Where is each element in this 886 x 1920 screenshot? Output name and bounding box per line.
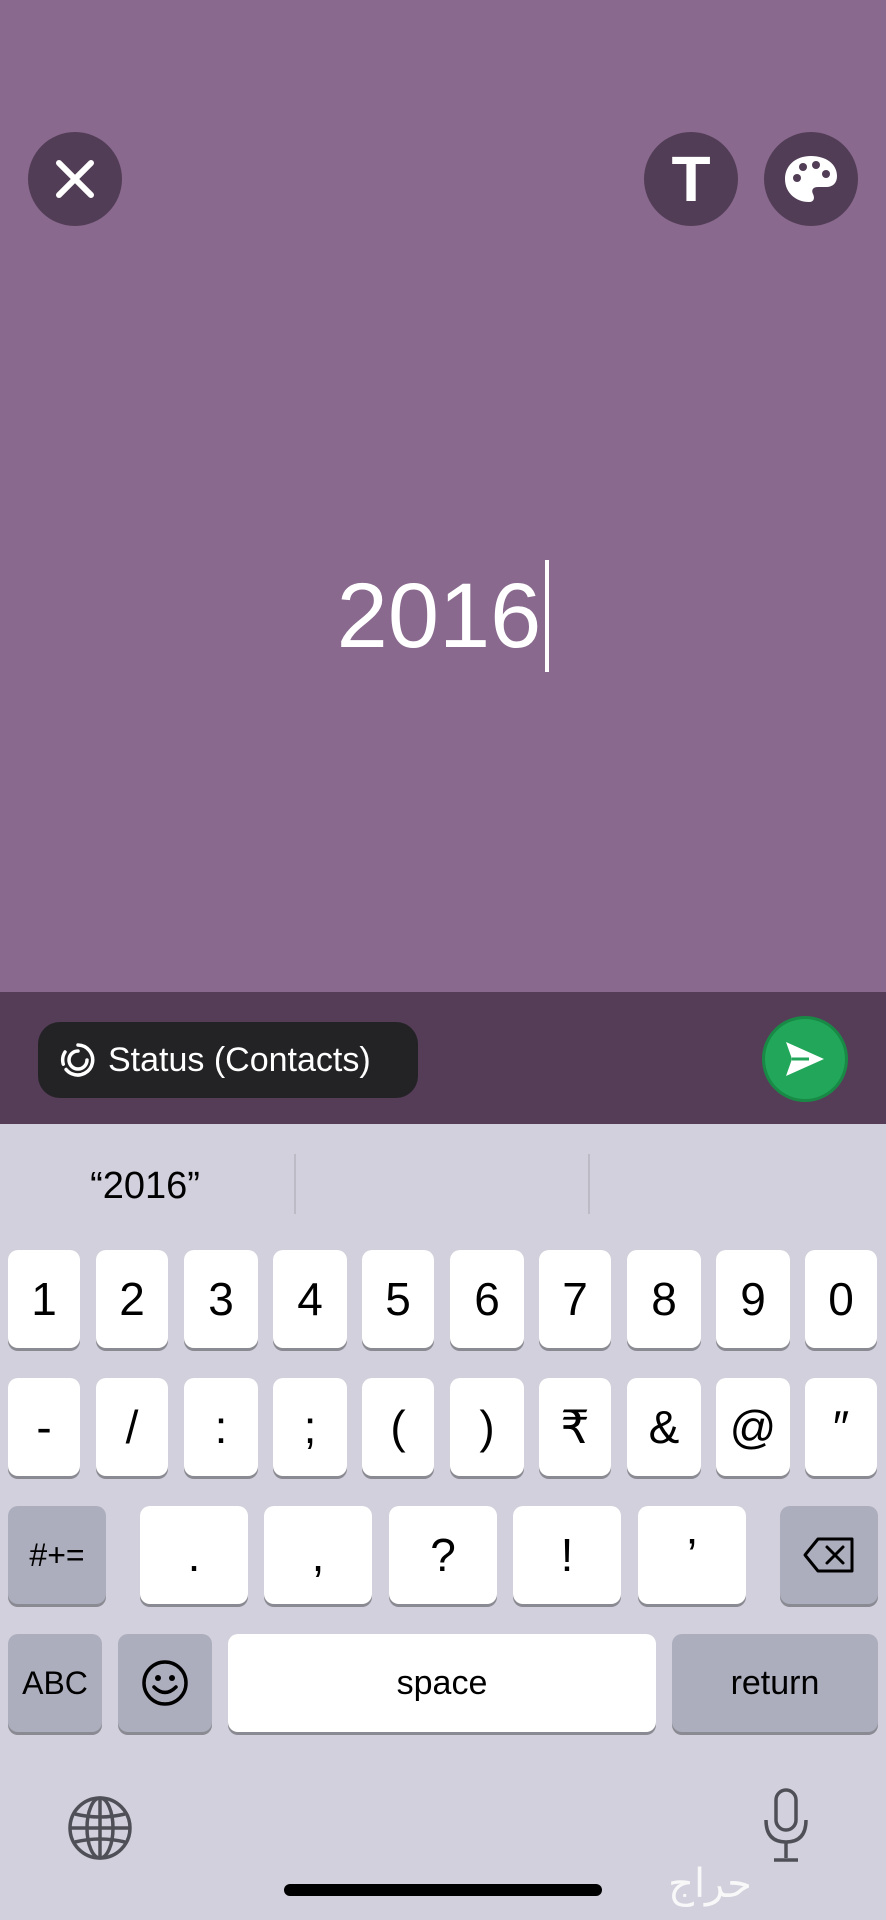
- suggestion-divider: [588, 1154, 590, 1214]
- key-label: 5: [385, 1273, 411, 1325]
- suggestion-2[interactable]: [298, 1154, 588, 1218]
- emoji-icon: [142, 1660, 188, 1706]
- text-cursor: [545, 560, 550, 672]
- key-backspace[interactable]: [780, 1506, 878, 1604]
- key-label: -: [36, 1401, 52, 1453]
- key-apostrophe[interactable]: ’: [638, 1506, 746, 1604]
- key-rupee[interactable]: ₹: [539, 1378, 611, 1476]
- key-7[interactable]: 7: [539, 1250, 611, 1348]
- key-space[interactable]: space: [228, 1634, 656, 1732]
- status-compose-area[interactable]: T 2016: [0, 0, 886, 992]
- text-style-button[interactable]: T: [644, 132, 738, 226]
- key-label: @: [729, 1401, 777, 1453]
- key-8[interactable]: 8: [627, 1250, 701, 1348]
- key-hyphen[interactable]: -: [8, 1378, 80, 1476]
- dictation-button[interactable]: [758, 1786, 814, 1866]
- globe-button[interactable]: [64, 1792, 136, 1864]
- key-abc[interactable]: ABC: [8, 1634, 102, 1732]
- key-2[interactable]: 2: [96, 1250, 168, 1348]
- key-ampersand[interactable]: &: [627, 1378, 701, 1476]
- key-more-symbols[interactable]: #+=: [8, 1506, 106, 1604]
- key-exclamation[interactable]: !: [513, 1506, 621, 1604]
- suggestion-divider: [294, 1154, 296, 1214]
- key-1[interactable]: 1: [8, 1250, 80, 1348]
- key-semicolon[interactable]: ;: [273, 1378, 347, 1476]
- key-label: 7: [562, 1273, 588, 1325]
- key-label: ₹: [560, 1401, 590, 1453]
- globe-icon: [68, 1796, 132, 1860]
- key-label: 2: [119, 1273, 145, 1325]
- key-9[interactable]: 9: [716, 1250, 790, 1348]
- key-label: space: [396, 1664, 488, 1702]
- key-label: 0: [828, 1273, 854, 1325]
- palette-icon: [785, 156, 837, 202]
- send-icon: [786, 1042, 824, 1076]
- key-slash[interactable]: /: [96, 1378, 168, 1476]
- key-label: 4: [297, 1273, 323, 1325]
- suggestion-3[interactable]: [592, 1154, 882, 1218]
- text-style-icon: T: [671, 143, 711, 215]
- home-indicator[interactable]: [284, 1884, 602, 1896]
- key-label: /: [125, 1401, 139, 1453]
- key-label: ″: [832, 1401, 850, 1453]
- close-icon: [56, 160, 94, 198]
- status-bottom-bar: Status (Contacts): [0, 992, 886, 1124]
- status-ring-icon: [60, 1043, 95, 1077]
- key-label: ;: [303, 1401, 317, 1453]
- watermark-text: حراج: [668, 1861, 752, 1907]
- key-label: 9: [740, 1273, 766, 1325]
- key-label: 1: [31, 1273, 57, 1325]
- color-palette-button[interactable]: [764, 132, 858, 226]
- send-button[interactable]: [762, 1016, 848, 1102]
- key-label: :: [214, 1401, 228, 1453]
- key-3[interactable]: 3: [184, 1250, 258, 1348]
- key-label: 3: [208, 1273, 234, 1325]
- key-comma[interactable]: ,: [264, 1506, 372, 1604]
- microphone-icon: [764, 1788, 808, 1862]
- key-label: ’: [686, 1529, 698, 1581]
- key-colon[interactable]: :: [184, 1378, 258, 1476]
- key-label: ,: [311, 1529, 325, 1581]
- key-label: &: [648, 1401, 680, 1453]
- key-label: !: [560, 1529, 574, 1581]
- key-label: (: [390, 1401, 406, 1453]
- key-close-paren[interactable]: ): [450, 1378, 524, 1476]
- keyboard: “2016” 1 2 3 4 5 6 7 8 9 0 - / : ; ( ) ₹…: [0, 1124, 886, 1920]
- suggestion-bar: “2016”: [0, 1154, 886, 1218]
- key-label: 8: [651, 1273, 677, 1325]
- status-audience-button[interactable]: Status (Contacts): [38, 1022, 418, 1098]
- status-text: 2016: [336, 565, 542, 667]
- key-label: return: [730, 1664, 820, 1702]
- status-text-field[interactable]: 2016: [0, 556, 886, 676]
- key-label: .: [187, 1529, 201, 1581]
- key-return[interactable]: return: [672, 1634, 878, 1732]
- key-5[interactable]: 5: [362, 1250, 434, 1348]
- key-emoji[interactable]: [118, 1634, 212, 1732]
- key-label: ABC: [22, 1665, 88, 1701]
- close-button[interactable]: [28, 132, 122, 226]
- key-period[interactable]: .: [140, 1506, 248, 1604]
- key-6[interactable]: 6: [450, 1250, 524, 1348]
- key-4[interactable]: 4: [273, 1250, 347, 1348]
- key-0[interactable]: 0: [805, 1250, 877, 1348]
- key-open-paren[interactable]: (: [362, 1378, 434, 1476]
- key-quote[interactable]: ″: [805, 1378, 877, 1476]
- key-at[interactable]: @: [716, 1378, 790, 1476]
- key-label: ): [479, 1401, 495, 1453]
- key-label: ?: [430, 1529, 456, 1581]
- backspace-icon: [803, 1537, 854, 1573]
- key-label: 6: [474, 1273, 500, 1325]
- status-audience-label: Status (Contacts): [108, 1040, 371, 1079]
- key-question[interactable]: ?: [389, 1506, 497, 1604]
- key-label: #+=: [29, 1537, 85, 1573]
- suggestion-1[interactable]: “2016”: [0, 1154, 290, 1218]
